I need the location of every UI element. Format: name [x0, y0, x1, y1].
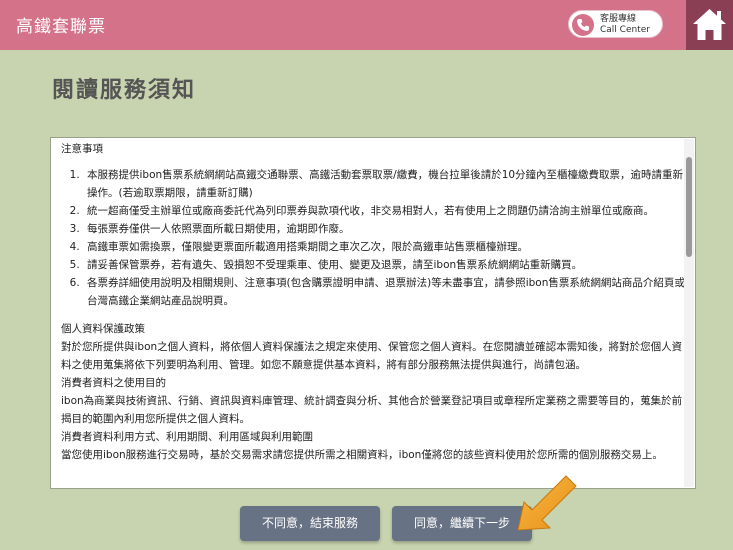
terms-scroll-area[interactable]: 注意事項 本服務提供ibon售票系統網網站高鐵交通聯票、高鐵活動套票取票/繳費，…: [50, 137, 696, 489]
privacy-heading: 個人資料保護政策: [61, 323, 145, 335]
call-center-button[interactable]: 客服專線 Call Center: [568, 10, 663, 38]
notice-list: 本服務提供ibon售票系統網網站高鐵交通聯票、高鐵活動套票取票/繳費，機台拉單後…: [61, 166, 685, 310]
terms-content: 注意事項 本服務提供ibon售票系統網網站高鐵交通聯票、高鐵活動套票取票/繳費，…: [61, 140, 685, 464]
purpose-heading: 消費者資料之使用目的: [61, 377, 166, 389]
usage-heading: 消費者資料利用方式、利用期間、利用區域與利用範圍: [61, 431, 313, 443]
usage-body: 當您使用ibon服務進行交易時，基於交易需求請您提供所需之相關資料，ibon僅將…: [61, 449, 663, 461]
privacy-body: 對於您所提供與ibon之個人資料，將依個人資料保護法之規定來使用、保管您之個人資…: [61, 341, 683, 371]
home-icon: [693, 9, 726, 40]
top-bar: 高鐵套聯票 客服專線 Call Center: [0, 0, 733, 50]
agree-button[interactable]: 同意，繼續下一步: [392, 506, 532, 541]
page-title: 閱讀服務須知: [52, 78, 197, 103]
decline-button[interactable]: 不同意，結束服務: [240, 506, 380, 541]
app-title: 高鐵套聯票: [16, 17, 106, 37]
notice-item: 請妥善保管票券，若有遺失、毀損恕不受理乘車、使用、變更及退票，請至ibon售票系…: [83, 256, 685, 274]
pointer-arrow-icon: [517, 475, 577, 531]
notice-item: 每張票券僅供一人依照票面所載日期使用，逾期即作廢。: [83, 220, 685, 238]
notice-item: 各票券詳細使用說明及相關規則、注意事項(包含購票證明申請、退票辦法)等未盡事宜，…: [83, 274, 685, 310]
notice-item: 高鐵車票如需換票，僅限變更票面所載適用搭乘期間之車次乙次，限於高鐵車站售票櫃檯辦…: [83, 238, 685, 256]
notice-heading: 注意事項: [61, 143, 103, 155]
call-center-label-en: Call Center: [600, 25, 650, 35]
purpose-body: ibon為商業與技術資訊、行銷、資訊與資料庫管理、統計調查與分析、其他合於營業登…: [61, 395, 683, 425]
notice-item: 本服務提供ibon售票系統網網站高鐵交通聯票、高鐵活動套票取票/繳費，機台拉單後…: [83, 166, 685, 202]
call-center-label-cn: 客服專線: [600, 14, 637, 24]
notice-item: 統一超商僅受主辦單位或廠商委託代為列印票券與款項代收，非交易相對人，若有使用上之…: [83, 202, 685, 220]
scrollbar-thumb[interactable]: [686, 157, 692, 257]
phone-icon: [572, 14, 594, 36]
scrollbar[interactable]: [684, 139, 694, 487]
home-button[interactable]: [686, 0, 733, 50]
